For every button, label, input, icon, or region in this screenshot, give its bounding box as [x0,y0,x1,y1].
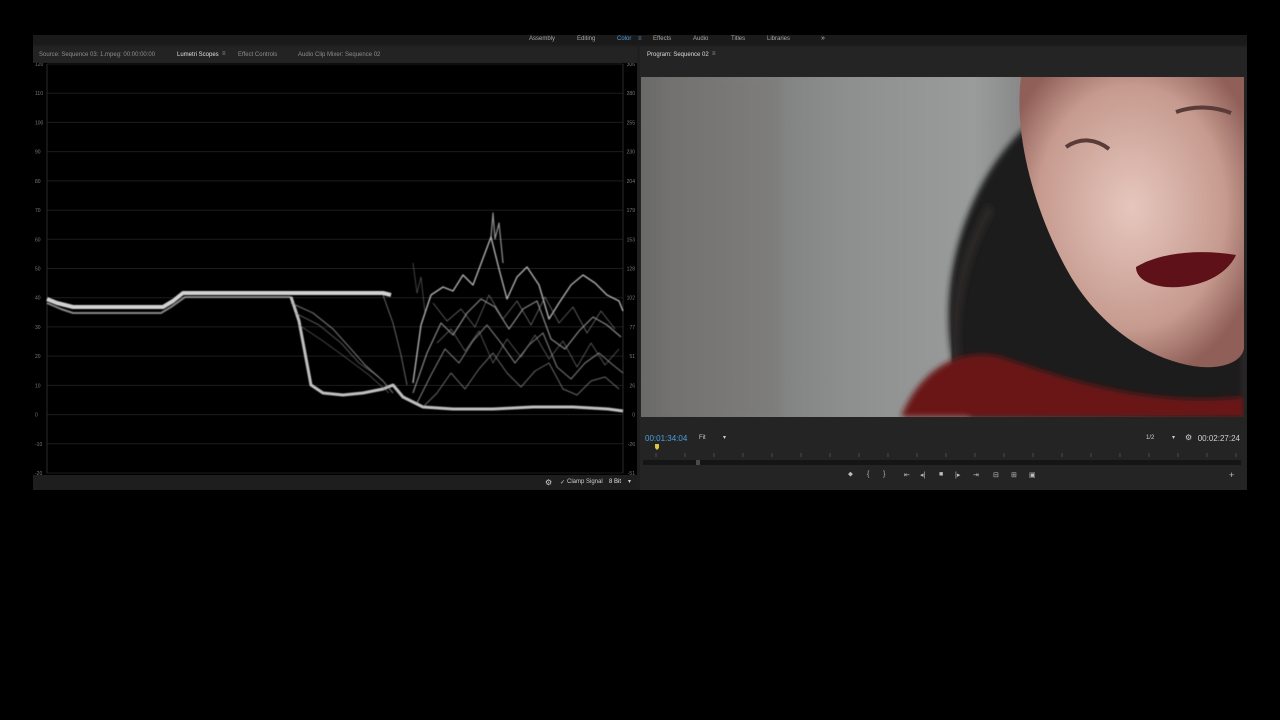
premiere-window: Assembly Editing Color ≡ Effects Audio T… [33,35,1247,490]
wrench-icon[interactable]: ⚙ [545,478,552,487]
scope-left-tick-label: 30 [35,325,41,331]
waveform-trace [46,212,624,413]
zoom-select[interactable]: Fit [699,435,706,441]
scope-left-tick-label: 50 [35,267,41,273]
button-editor-add-button[interactable]: + [1229,470,1234,480]
resolution-select[interactable]: 1/2 [1146,435,1154,441]
scope-right-tick-label: 51 [629,354,635,360]
export-frame-button[interactable]: ▣ [1029,471,1036,479]
workspace-assembly[interactable]: Assembly [529,36,555,42]
scope-right-tick-label: 77 [629,325,635,331]
zoom-dropdown-icon[interactable]: ▾ [723,434,726,441]
lift-button[interactable]: ⊟ [993,471,999,479]
extract-button[interactable]: ⊞ [1011,471,1017,479]
workspace-audio[interactable]: Audio [693,36,708,42]
scope-left-tick-label: 80 [35,179,41,185]
scope-right-tick-label: 26 [629,383,635,389]
scope-left-tick-label: 70 [35,208,41,214]
scope-right-tick-label: 255 [627,120,636,126]
step-forward-button[interactable]: |▸ [955,471,960,479]
waveform-graph: 1201101009080706050403020100-10-20 30628… [35,63,636,475]
scope-options-bar: ⚙ ✓ Clamp Signal 8 Bit ▾ [33,475,637,490]
current-timecode[interactable]: 00:01:34:04 [645,434,687,443]
scope-right-tick-label: 153 [627,237,636,243]
program-monitor-title: Program: Sequence 02 [647,52,709,58]
tab-effect-controls[interactable]: Effect Controls [238,52,277,58]
transport-controls: ⬥ { } ⇤ ◂| ■ |▸ ⇥ ⊟ ⊞ ▣ + [640,470,1247,487]
scope-right-tick-label: 0 [632,413,635,419]
scope-left-tick-label: 20 [35,354,41,360]
bit-depth-dropdown-icon[interactable]: ▾ [628,478,631,485]
step-back-button[interactable]: ◂| [920,471,925,479]
workspace-effects[interactable]: Effects [653,36,671,42]
tab-source[interactable]: Source: Sequence 03: 1.mpeg: 00:00:00:00 [39,52,155,58]
scope-left-tick-label: 110 [35,91,43,97]
workspace-color[interactable]: Color [617,36,631,42]
scope-right-tick-label: 204 [627,179,636,185]
scope-left-tick-label: 0 [35,413,38,419]
tab-audio-clip-mixer[interactable]: Audio Clip Mixer: Sequence 02 [298,52,380,58]
waveform-scope: 120 110 100 90 80 70 60 50 40 30 20 10 0 -10 -20 306 28… [33,63,637,475]
add-marker-button[interactable]: ⬥ [848,471,853,479]
bit-depth-select[interactable]: 8 Bit [609,479,621,485]
resolution-dropdown-icon[interactable]: ▾ [1172,434,1175,441]
scope-right-tick-label: 230 [627,150,636,156]
playhead-ruler[interactable] [640,443,1247,468]
scope-right-tick-label: 306 [627,63,636,68]
go-to-in-button[interactable]: ⇤ [904,471,910,479]
stop-button[interactable]: ■ [939,471,943,478]
mark-in-button[interactable]: { [867,471,869,478]
video-frame [641,77,1244,417]
scope-left-tick-label: 60 [35,237,41,243]
scope-right-tick-label: 128 [627,267,636,273]
clamp-signal-label: Clamp Signal [567,479,603,485]
clamp-signal-checkbox[interactable]: ✓ [560,479,565,486]
panel-menu-icon[interactable]: ≡ [222,51,226,57]
scope-left-tick-label: 120 [35,63,44,68]
duration-timecode: 00:02:27:24 [1197,434,1240,443]
workspace-libraries[interactable]: Libraries [767,36,790,42]
workspace-titles[interactable]: Titles [731,36,745,42]
scope-left-tick-label: 40 [35,296,41,302]
scope-right-tick-label: 102 [627,296,636,302]
playhead-marker [655,444,659,450]
scope-left-scale: 1201101009080706050403020100-10-20 [35,63,44,475]
scope-left-tick-label: -10 [35,442,42,448]
program-menu-icon[interactable]: ≡ [712,51,716,57]
program-monitor: Program: Sequence 02 ≡ 00:01:34:04 Fit ▾… [640,47,1247,490]
workspace-editing[interactable]: Editing [577,36,595,42]
settings-wrench-icon[interactable]: ⚙ [1185,433,1192,442]
left-panel-tabs: Source: Sequence 03: 1.mpeg: 00:00:00:00… [33,47,637,62]
go-to-out-button[interactable]: ⇥ [973,471,979,479]
scope-left-tick-label: 10 [35,383,41,389]
scope-right-scale: 3062802552302041791531281027751260-26-51 [627,63,636,475]
workspaces-bar: Assembly Editing Color ≡ Effects Audio T… [33,35,1247,45]
scopes-panel: Source: Sequence 03: 1.mpeg: 00:00:00:00… [33,47,637,490]
scope-right-tick-label: 280 [627,91,636,97]
tab-lumetri-scopes[interactable]: Lumetri Scopes [177,52,219,58]
scope-left-tick-label: 100 [35,120,44,126]
scope-gridlines [46,63,624,474]
more-workspaces-icon[interactable]: » [821,35,825,42]
mark-out-button[interactable]: } [883,471,885,478]
scope-right-tick-label: -26 [628,442,635,448]
scope-right-tick-label: 179 [627,208,636,214]
workspace-menu-icon[interactable]: ≡ [638,36,642,42]
scope-left-tick-label: 90 [35,150,41,156]
